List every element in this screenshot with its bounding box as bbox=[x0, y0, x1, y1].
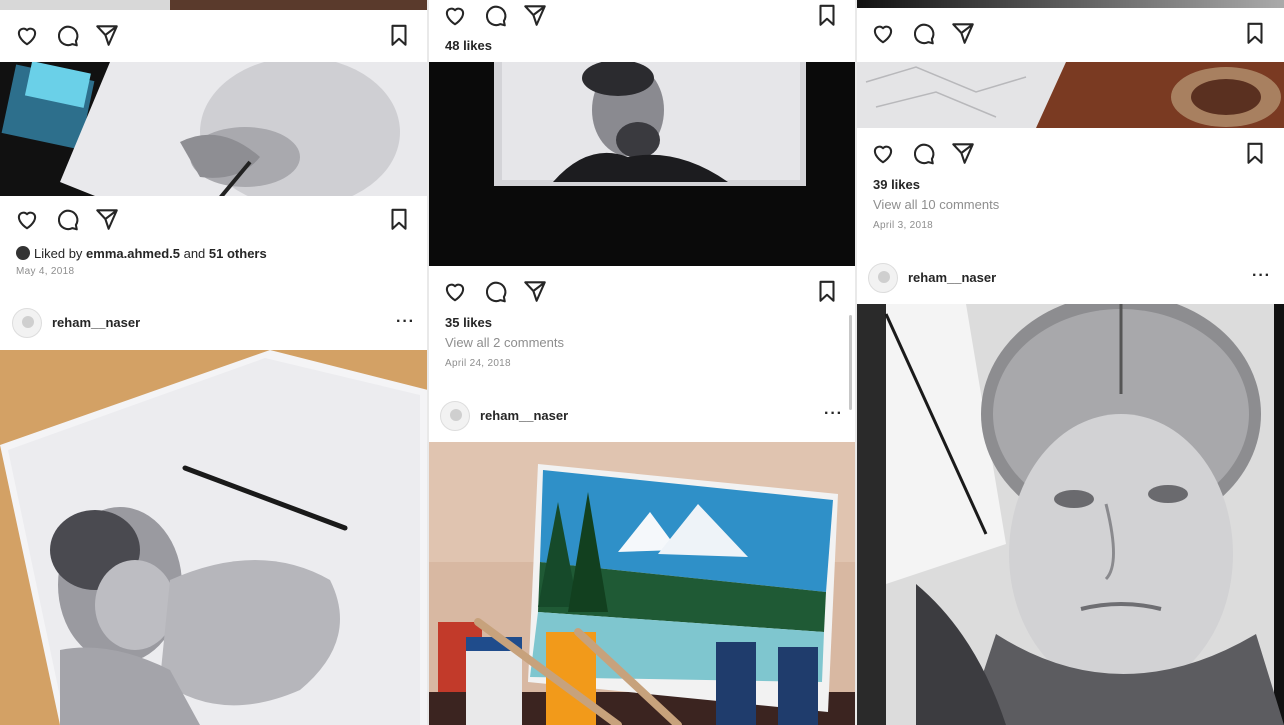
comment-icon[interactable] bbox=[482, 2, 508, 28]
post-date[interactable]: April 24, 2018 bbox=[445, 358, 511, 369]
post-photo[interactable] bbox=[428, 62, 856, 266]
view-comments-link[interactable]: View all 10 comments bbox=[873, 197, 999, 212]
post-actions bbox=[428, 278, 856, 308]
bookmark-icon[interactable] bbox=[386, 22, 412, 48]
likes-count[interactable]: 39 likes bbox=[873, 177, 920, 192]
avatar[interactable] bbox=[12, 308, 42, 338]
heart-icon[interactable] bbox=[870, 20, 896, 46]
post-username[interactable]: reham__naser bbox=[52, 315, 140, 330]
likes-count[interactable]: 35 likes bbox=[445, 315, 492, 330]
share-icon[interactable] bbox=[950, 140, 976, 166]
feed-column-1: Liked by emma.ahmed.5 and 51 others May … bbox=[0, 0, 428, 725]
comment-icon[interactable] bbox=[910, 20, 936, 46]
comment-icon[interactable] bbox=[482, 278, 508, 304]
share-icon[interactable] bbox=[522, 2, 548, 28]
liked-by-conjunction: and bbox=[179, 246, 209, 261]
post-actions bbox=[0, 206, 428, 236]
liked-by-prefix: Liked by bbox=[34, 246, 87, 261]
bookmark-icon[interactable] bbox=[1242, 140, 1268, 166]
post-date[interactable]: May 4, 2018 bbox=[16, 266, 74, 277]
liked-by-text: Liked by emma.ahmed.5 and 51 others bbox=[16, 246, 267, 261]
post-actions bbox=[856, 20, 1284, 50]
heart-icon[interactable] bbox=[870, 140, 896, 166]
post-photo-top[interactable] bbox=[856, 0, 1284, 8]
likes-count[interactable]: 48 likes bbox=[445, 38, 492, 53]
bookmark-icon[interactable] bbox=[814, 2, 840, 28]
post-actions bbox=[0, 22, 428, 52]
post-photo[interactable] bbox=[856, 304, 1284, 725]
column-divider bbox=[427, 0, 429, 725]
share-icon[interactable] bbox=[522, 278, 548, 304]
more-options-icon[interactable]: ··· bbox=[1252, 267, 1271, 285]
liker-avatar bbox=[16, 246, 30, 260]
heart-icon[interactable] bbox=[14, 206, 40, 232]
avatar[interactable] bbox=[440, 401, 470, 431]
liked-by-others-link[interactable]: 51 others bbox=[209, 246, 267, 261]
post-actions bbox=[856, 140, 1284, 170]
column-divider bbox=[855, 0, 857, 725]
post-photo[interactable] bbox=[856, 62, 1284, 128]
post-actions bbox=[428, 2, 856, 32]
post-username[interactable]: reham__naser bbox=[908, 270, 996, 285]
comment-icon[interactable] bbox=[910, 140, 936, 166]
liked-by-user-link[interactable]: emma.ahmed.5 bbox=[86, 246, 180, 261]
post-date[interactable]: April 3, 2018 bbox=[873, 220, 933, 231]
post-photo[interactable] bbox=[0, 350, 428, 725]
heart-icon[interactable] bbox=[14, 22, 40, 48]
share-icon[interactable] bbox=[950, 20, 976, 46]
post-username[interactable]: reham__naser bbox=[480, 408, 568, 423]
post-photo-top[interactable] bbox=[0, 0, 428, 10]
comment-icon[interactable] bbox=[54, 22, 80, 48]
heart-icon[interactable] bbox=[442, 278, 468, 304]
scrollbar[interactable] bbox=[849, 315, 852, 410]
bookmark-icon[interactable] bbox=[1242, 20, 1268, 46]
bookmark-icon[interactable] bbox=[386, 206, 412, 232]
share-icon[interactable] bbox=[94, 22, 120, 48]
feed-column-3: 39 likes View all 10 comments April 3, 2… bbox=[856, 0, 1284, 725]
share-icon[interactable] bbox=[94, 206, 120, 232]
avatar[interactable] bbox=[868, 263, 898, 293]
feed-column-2: 48 likes 35 likes View all 2 comments Ap… bbox=[428, 0, 856, 725]
post-photo[interactable] bbox=[428, 442, 856, 725]
post-photo[interactable] bbox=[0, 62, 428, 196]
comment-icon[interactable] bbox=[54, 206, 80, 232]
bookmark-icon[interactable] bbox=[814, 278, 840, 304]
heart-icon[interactable] bbox=[442, 2, 468, 28]
more-options-icon[interactable]: ··· bbox=[396, 313, 415, 331]
more-options-icon[interactable]: ··· bbox=[824, 405, 843, 423]
view-comments-link[interactable]: View all 2 comments bbox=[445, 335, 564, 350]
